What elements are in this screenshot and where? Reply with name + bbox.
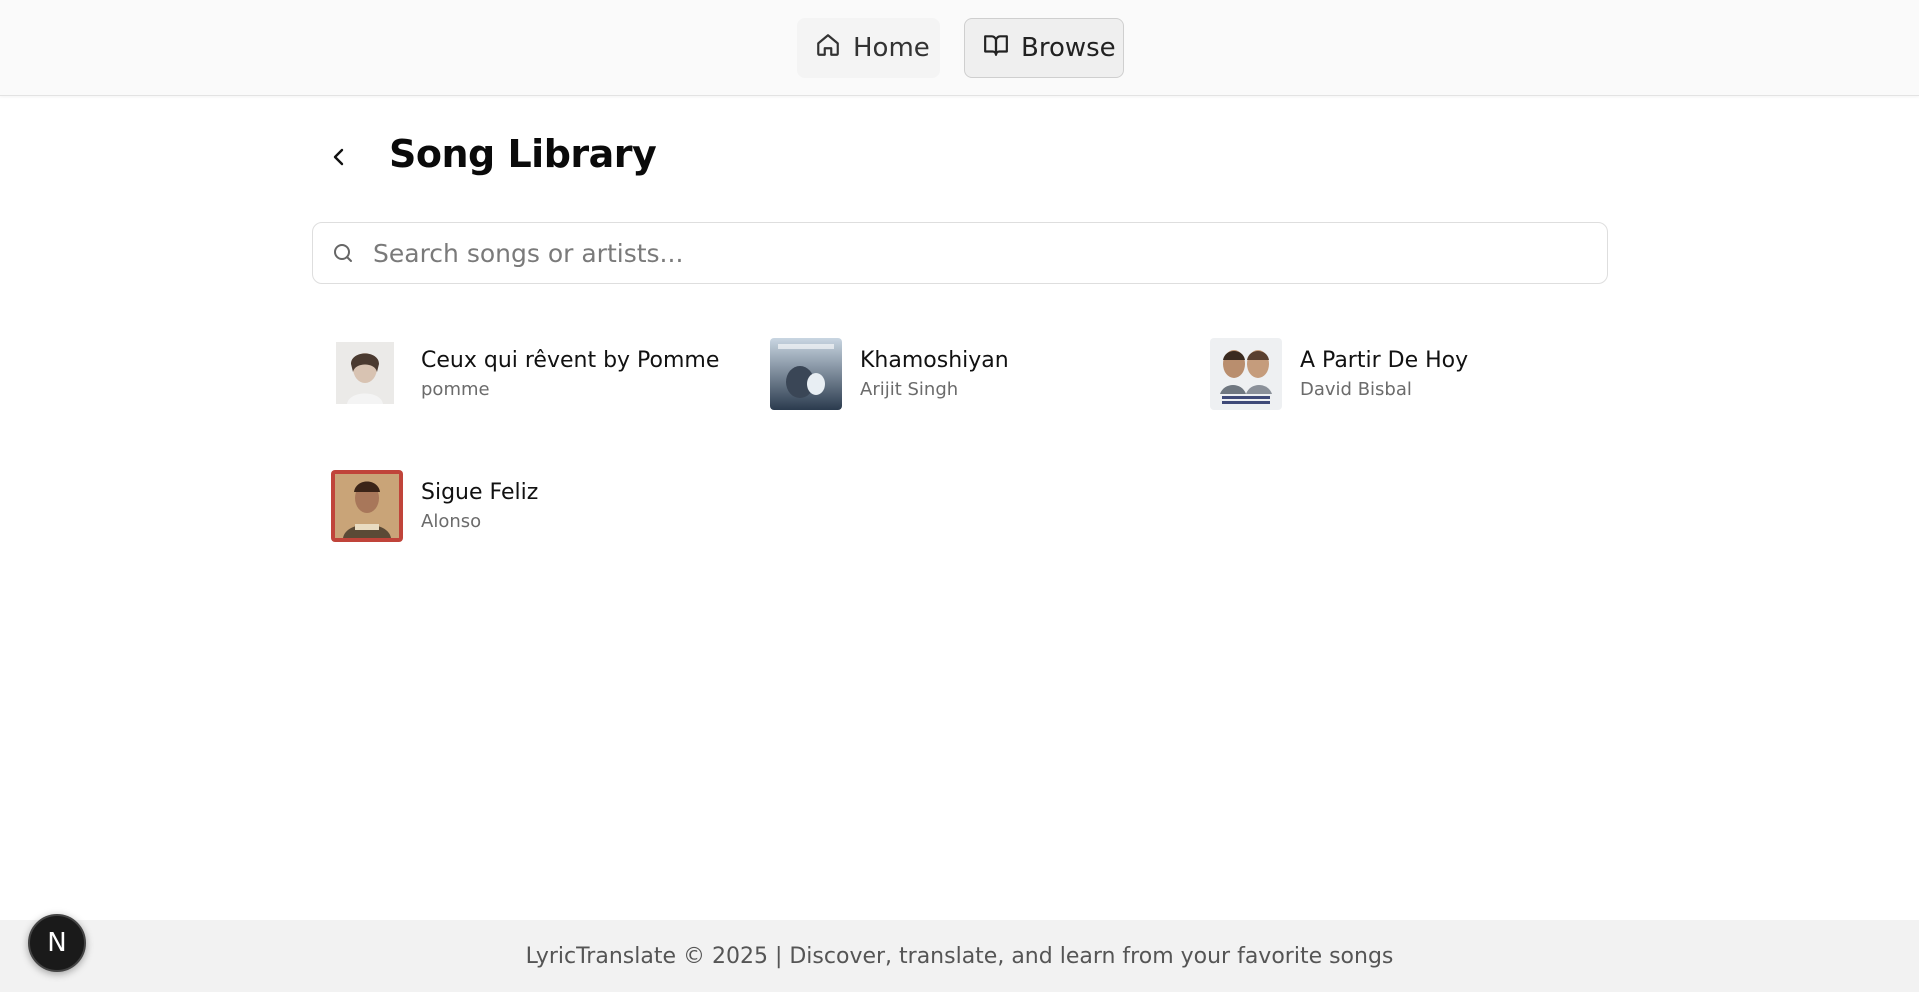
song-item[interactable]: A Partir De Hoy David Bisbal xyxy=(1210,334,1468,414)
song-title: A Partir De Hoy xyxy=(1300,348,1469,373)
song-artist: Alonso xyxy=(421,511,482,532)
song-artist: pomme xyxy=(421,379,490,400)
top-navigation: Home Browse xyxy=(0,0,1919,96)
song-title: Sigue Feliz xyxy=(421,480,539,505)
badge-letter: N xyxy=(47,928,67,958)
song-title: Khamoshiyan xyxy=(860,348,1009,373)
song-title: Ceux qui rêvent by Pomme xyxy=(421,348,720,373)
song-artist: Arijit Singh xyxy=(860,379,959,400)
album-cover xyxy=(331,338,403,410)
nav-browse-button[interactable]: Browse xyxy=(964,18,1124,78)
song-artist: David Bisbal xyxy=(1300,379,1412,400)
album-cover xyxy=(331,470,403,542)
chevron-left-icon xyxy=(327,145,351,173)
dev-tools-badge[interactable]: N xyxy=(28,914,86,972)
search-input[interactable] xyxy=(373,233,1573,273)
song-item[interactable]: Khamoshiyan Arijit Singh xyxy=(770,334,1009,414)
home-icon xyxy=(815,32,841,65)
nav-home-button[interactable]: Home xyxy=(797,18,940,78)
album-cover xyxy=(1210,338,1282,410)
search-icon xyxy=(330,240,356,266)
song-item[interactable]: Sigue Feliz Alonso xyxy=(331,466,538,546)
book-open-icon xyxy=(983,32,1009,65)
album-cover xyxy=(770,338,842,410)
footer: LyricTranslate © 2025 | Discover, transl… xyxy=(0,920,1919,992)
nav-home-label: Home xyxy=(853,33,930,63)
footer-text: LyricTranslate © 2025 | Discover, transl… xyxy=(525,943,1394,969)
page-title: Song Library xyxy=(389,132,657,176)
back-button[interactable] xyxy=(320,140,358,178)
nav-browse-label: Browse xyxy=(1021,33,1116,63)
song-item[interactable]: Ceux qui rêvent by Pomme pomme xyxy=(331,334,719,414)
search-box xyxy=(312,222,1608,284)
